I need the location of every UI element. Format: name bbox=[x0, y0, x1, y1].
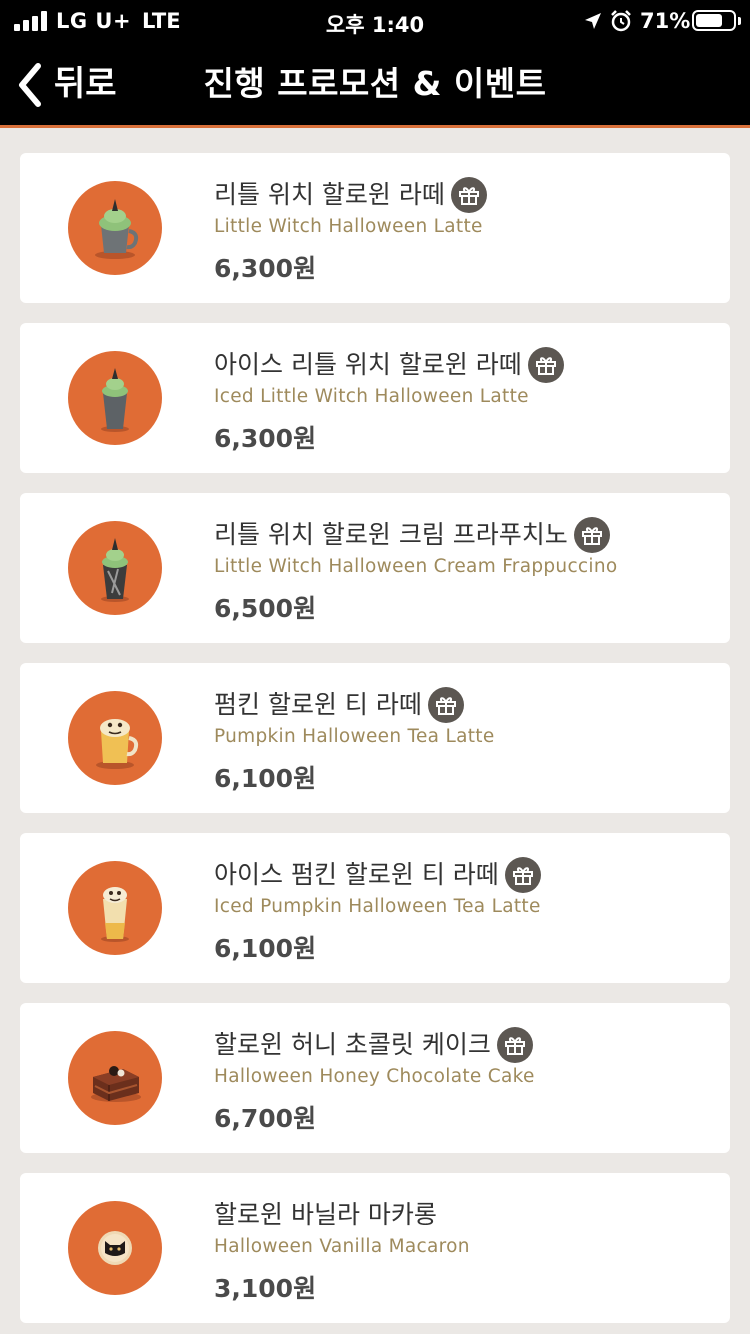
product-english-name: Halloween Vanilla Macaron bbox=[214, 1236, 470, 1257]
list-item[interactable]: 리틀 위치 할로윈 라떼 Little Witch Halloween Latt… bbox=[20, 153, 730, 303]
pumpkin-latte-mug-image bbox=[96, 719, 139, 769]
list-item[interactable]: 아이스 펌킨 할로윈 티 라떼 Iced Pumpkin Halloween T… bbox=[20, 833, 730, 983]
macaron-image bbox=[98, 1231, 132, 1265]
product-price: 6,500원 bbox=[214, 594, 317, 623]
list-item[interactable]: 할로윈 바닐라 마카롱 Halloween Vanilla Macaron 3,… bbox=[20, 1173, 730, 1323]
latte-mug-image bbox=[95, 199, 139, 259]
gift-icon[interactable] bbox=[496, 1027, 533, 1063]
product-english-name: Little Witch Halloween Latte bbox=[214, 216, 483, 237]
product-name: 아이스 펌킨 할로윈 티 라떼 bbox=[214, 860, 499, 889]
product-name: 할로윈 바닐라 마카롱 bbox=[214, 1200, 437, 1229]
gift-icon[interactable] bbox=[427, 687, 464, 723]
page-title: 진행 프로모션 & 이벤트 bbox=[203, 64, 547, 103]
gift-icon[interactable] bbox=[450, 177, 487, 213]
product-price: 6,700원 bbox=[214, 1104, 317, 1133]
gift-icon[interactable] bbox=[573, 517, 610, 553]
product-name: 아이스 리틀 위치 할로윈 라떼 bbox=[214, 350, 522, 379]
status-bar: LG U+ LTE 오후 1:40 71% bbox=[0, 0, 750, 42]
product-thumbnail bbox=[68, 861, 162, 955]
list-item[interactable]: 리틀 위치 할로윈 크림 프라푸치노 Little Witch Hallowee… bbox=[20, 493, 730, 643]
product-english-name: Halloween Honey Chocolate Cake bbox=[214, 1066, 535, 1087]
battery-percent: 71% bbox=[640, 9, 691, 33]
product-thumbnail bbox=[68, 1201, 162, 1295]
battery-level-fill bbox=[696, 14, 722, 27]
gift-icon[interactable] bbox=[504, 857, 541, 893]
product-english-name: Iced Pumpkin Halloween Tea Latte bbox=[214, 896, 541, 917]
product-english-name: Pumpkin Halloween Tea Latte bbox=[214, 726, 495, 747]
iced-latte-cup-image bbox=[101, 368, 129, 432]
location-arrow-icon bbox=[585, 13, 601, 29]
product-price: 6,300원 bbox=[214, 424, 317, 453]
product-name: 할로윈 허니 초콜릿 케이크 bbox=[214, 1030, 491, 1059]
list-item[interactable]: 펌킨 할로윈 티 라떼 Pumpkin Halloween Tea Latte … bbox=[20, 663, 730, 813]
top-header: LG U+ LTE 오후 1:40 71% 뒤로 진행 프로모션 & 이벤트 bbox=[0, 0, 750, 128]
alarm-clock-icon bbox=[611, 10, 631, 32]
iced-pumpkin-latte-cup-image bbox=[101, 887, 129, 942]
product-thumbnail bbox=[68, 1031, 162, 1125]
list-item[interactable]: 할로윈 허니 초콜릿 케이크 Halloween Honey Chocolate… bbox=[20, 1003, 730, 1153]
chocolate-cake-image bbox=[91, 1066, 141, 1102]
product-name: 리틀 위치 할로윈 라떼 bbox=[214, 180, 445, 209]
frappuccino-cup-image bbox=[101, 538, 129, 602]
navigation-bar: 뒤로 진행 프로모션 & 이벤트 bbox=[0, 42, 750, 128]
product-thumbnail bbox=[68, 351, 162, 445]
product-price: 6,100원 bbox=[214, 764, 317, 793]
product-thumbnail bbox=[68, 521, 162, 615]
product-thumbnail bbox=[68, 181, 162, 275]
battery-icon bbox=[692, 10, 736, 31]
product-english-name: Iced Little Witch Halloween Latte bbox=[214, 386, 529, 407]
product-thumbnail bbox=[68, 691, 162, 785]
product-price: 6,300원 bbox=[214, 254, 317, 283]
status-time: 오후 1:40 bbox=[325, 13, 425, 37]
product-english-name: Little Witch Halloween Cream Frappuccino bbox=[214, 556, 618, 577]
battery-tip bbox=[738, 17, 741, 25]
product-price: 3,100원 bbox=[214, 1274, 317, 1303]
list-item[interactable]: 아이스 리틀 위치 할로윈 라떼 Iced Little Witch Hallo… bbox=[20, 323, 730, 473]
product-name: 펌킨 할로윈 티 라떼 bbox=[214, 690, 422, 719]
gift-icon[interactable] bbox=[527, 347, 564, 383]
product-price: 6,100원 bbox=[214, 934, 317, 963]
product-name: 리틀 위치 할로윈 크림 프라푸치노 bbox=[214, 520, 568, 549]
